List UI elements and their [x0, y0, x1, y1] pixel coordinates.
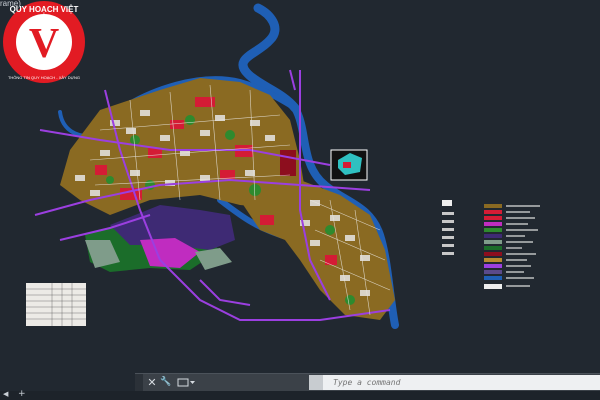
logo-brand-bottom: THÔNG TIN QUY HOẠCH - XÂY DỰNG [8, 75, 80, 80]
status-bar: ◀ + [0, 389, 600, 400]
logo-brand-top: QUY HOẠCH VIỆT [10, 5, 79, 14]
command-bar: ✕ 🔧 [135, 373, 600, 391]
legend [442, 200, 540, 289]
first-tab-icon[interactable]: ◀ [3, 390, 8, 398]
brand-logo: V QUY HOẠCH VIỆT THÔNG TIN QUY HOẠCH - X… [3, 1, 85, 83]
add-layout-button[interactable]: + [18, 389, 26, 399]
command-prompt-marker [309, 375, 323, 390]
statistics-table [26, 283, 86, 326]
close-icon[interactable]: ✕ [145, 375, 159, 390]
logo-letter: V [29, 21, 59, 67]
command-input-box[interactable] [323, 375, 600, 390]
command-history-button[interactable] [175, 375, 197, 390]
inset-map [330, 149, 368, 181]
wrench-icon[interactable]: 🔧 [159, 375, 173, 390]
command-bar-grip[interactable] [135, 374, 143, 391]
drawing-canvas[interactable] [0, 0, 600, 400]
command-history-icon [177, 378, 195, 387]
command-input[interactable] [333, 375, 593, 390]
